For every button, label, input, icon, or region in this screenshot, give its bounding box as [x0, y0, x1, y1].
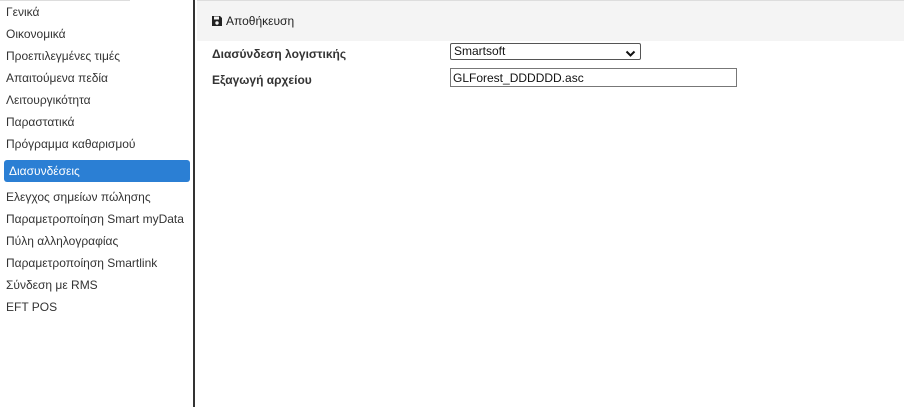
sidebar-item-eft-pos[interactable]: EFT POS: [0, 296, 193, 318]
sidebar-item-pos-check[interactable]: Ελεγχος σημείων πώλησης: [0, 186, 193, 208]
sidebar-item-rms-connection[interactable]: Σύνδεση με RMS: [0, 274, 193, 296]
sidebar-item-default-values[interactable]: Προεπιλεγμένες τιμές: [0, 45, 193, 67]
save-button-label: Αποθήκευση: [226, 14, 295, 28]
sidebar-item-financial[interactable]: Οικονομικά: [0, 23, 193, 45]
save-button[interactable]: Αποθήκευση: [211, 12, 294, 30]
settings-sidebar: Γενικά Οικονομικά Προεπιλεγμένες τιμές Α…: [0, 0, 195, 407]
file-export-label: Εξαγωγή αρχείου: [212, 73, 312, 87]
sidebar-item-smartlink[interactable]: Παραμετροποίηση Smartlink: [0, 252, 193, 274]
accounting-link-select[interactable]: Smartsoft: [450, 43, 641, 60]
floppy-disk-icon: [211, 15, 223, 27]
sidebar-item-documents[interactable]: Παραστατικά: [0, 111, 193, 133]
main-panel: Αποθήκευση Διασύνδεση λογιστικής Smartso…: [197, 0, 904, 407]
sidebar-item-cleanup-program[interactable]: Πρόγραμμα καθαρισμού: [0, 133, 193, 155]
sidebar-item-smart-mydata[interactable]: Παραμετροποίηση Smart myData: [0, 208, 193, 230]
accounting-link-label: Διασύνδεση λογιστικής: [212, 47, 347, 61]
toolbar: Αποθήκευση: [197, 1, 904, 41]
sidebar-item-mail-gateway[interactable]: Πύλη αλληλογραφίας: [0, 230, 193, 252]
sidebar-item-general[interactable]: Γενικά: [0, 1, 193, 23]
settings-nav: Γενικά Οικονομικά Προεπιλεγμένες τιμές Α…: [0, 1, 193, 318]
accounting-link-selected-value: Smartsoft: [454, 44, 506, 58]
sidebar-item-integrations[interactable]: Διασυνδέσεις: [4, 160, 190, 182]
file-export-input[interactable]: [450, 68, 737, 87]
sidebar-item-required-fields[interactable]: Απαιτούμενα πεδία: [0, 67, 193, 89]
app-window: Γενικά Οικονομικά Προεπιλεγμένες τιμές Α…: [0, 0, 904, 407]
sidebar-item-functionality[interactable]: Λειτουργικότητα: [0, 89, 193, 111]
chevron-down-icon: [625, 47, 636, 62]
